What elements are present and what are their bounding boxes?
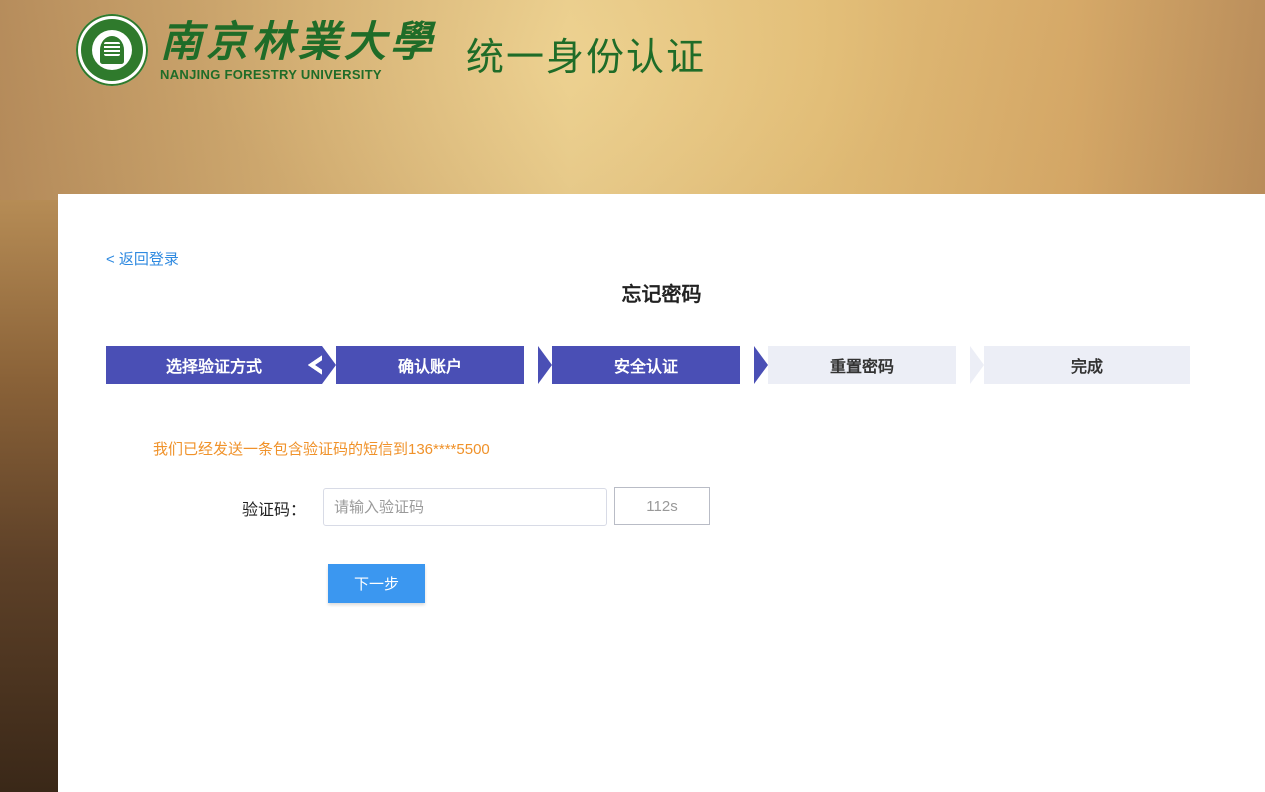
step-security-verification: 安全认证 [552,346,740,384]
step-arrow [322,346,336,384]
step-label: 安全认证 [613,359,678,376]
step-arrow [754,346,768,384]
step-confirm-account: 确认账户 [336,346,524,384]
university-name-cn: 南京林業大學 [160,16,437,66]
step-arrow [970,346,984,384]
page: 南京林業大學 NANJING FORESTRY UNIVERSITY 统一身份认… [0,0,1265,792]
step-label: 选择验证方式 [165,359,262,376]
forgot-password-card: < 返回登录 忘记密码 选择验证方式 确认账户 安全认证 重置密码 完成 我们已… [58,194,1265,792]
step-arrow [538,346,552,384]
back-to-login-link[interactable]: < 返回登录 [106,248,179,269]
university-logo: 南京林業大學 NANJING FORESTRY UNIVERSITY [160,16,437,82]
progress-steps: 选择验证方式 确认账户 安全认证 重置密码 完成 [106,346,1190,384]
page-title: 忘记密码 [621,284,702,306]
step-label: 完成 [1070,359,1103,376]
step-select-method: 选择验证方式 [106,346,322,384]
next-step-button[interactable]: 下一步 [328,564,425,603]
verification-code-input[interactable] [323,488,607,526]
sms-sent-notice: 我们已经发送一条包含验证码的短信到136****5500 [153,441,490,458]
header: 南京林業大學 NANJING FORESTRY UNIVERSITY 统一身份认… [76,14,706,86]
step-reset-password: 重置密码 [768,346,956,384]
step-label: 确认账户 [397,359,462,376]
system-title: 统一身份认证 [466,37,707,79]
resend-countdown-button[interactable]: 112s [614,487,710,525]
verification-code-label: 验证码： [242,502,307,519]
university-name-en: NANJING FORESTRY UNIVERSITY [160,66,382,82]
university-seal-icon [76,14,148,86]
step-complete: 完成 [984,346,1190,384]
step-label: 重置密码 [829,359,894,376]
